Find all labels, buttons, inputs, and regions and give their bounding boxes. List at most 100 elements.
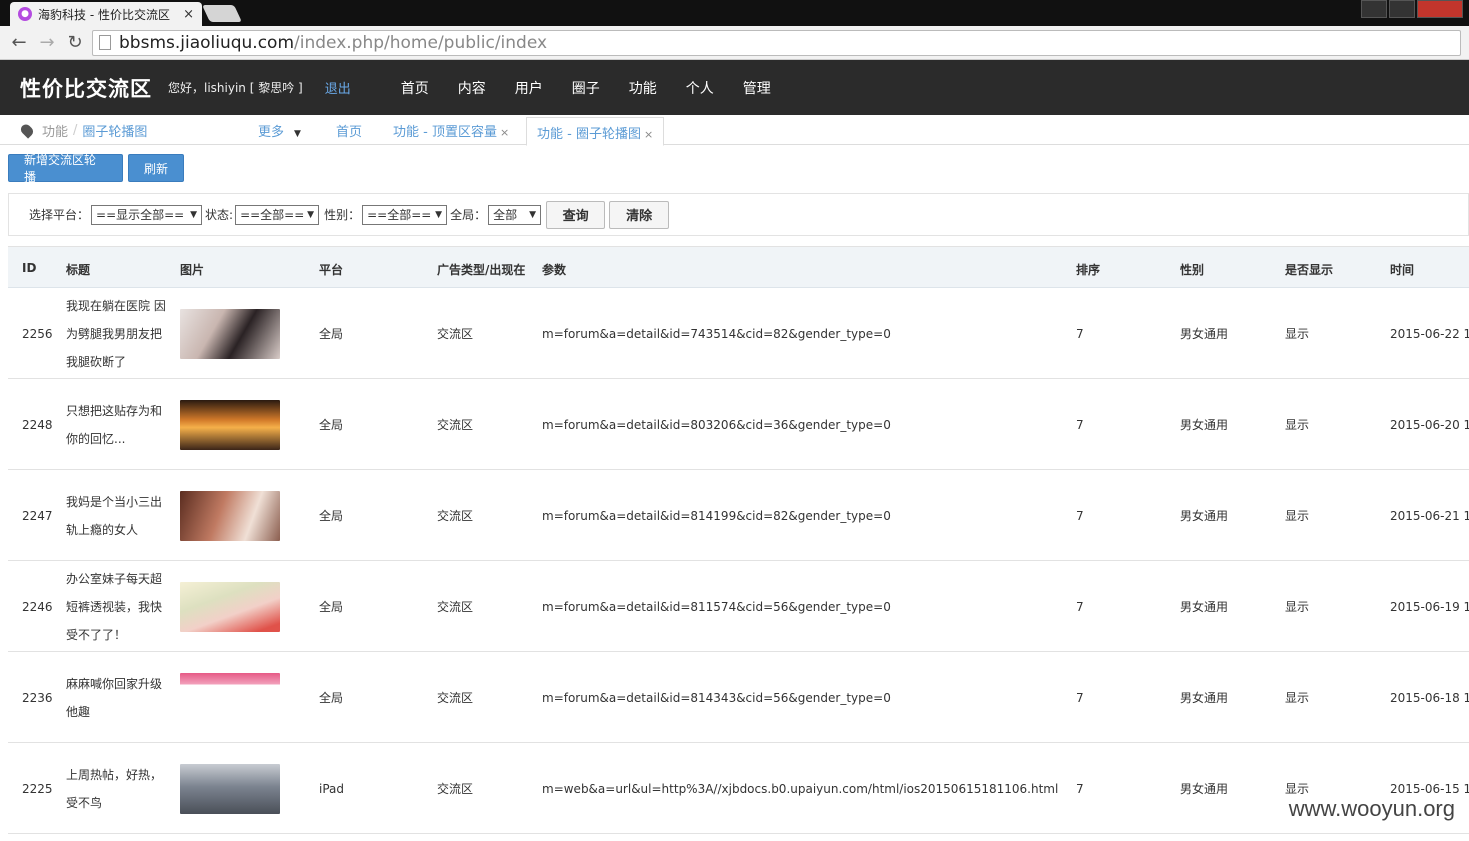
url-path: /index.php/home/public/index <box>294 32 548 53</box>
carousel-thumbnail[interactable] <box>180 399 280 450</box>
back-arrow-icon[interactable]: ← <box>8 32 30 54</box>
site-brand[interactable]: 性价比交流区 <box>20 73 152 103</box>
cell-title: 只想把这贴存为和你的回忆... <box>66 403 163 446</box>
cell-ad-type: 交流区 <box>437 327 474 341</box>
carousel-thumbnail[interactable] <box>180 672 280 723</box>
cell-visible: 显示 <box>1285 600 1310 614</box>
close-tab-icon[interactable]: × <box>644 128 653 141</box>
cell-title: 我妈是个当小三出轨上瘾的女人 <box>66 494 163 537</box>
refresh-button[interactable]: 刷新 <box>128 154 184 182</box>
action-toolbar: 新增交流区轮播 刷新 <box>8 153 184 184</box>
cell-platform: 全局 <box>319 418 344 432</box>
cell-order: 7 <box>1076 781 1084 796</box>
col-header-order: 排序 <box>1076 263 1101 277</box>
cell-image <box>180 379 280 470</box>
cell-order: 7 <box>1076 690 1084 705</box>
col-header-platform: 平台 <box>319 263 344 277</box>
carousel-thumbnail[interactable] <box>180 763 280 814</box>
cell-params: m=forum&a=detail&id=814199&cid=82&gender… <box>542 508 891 523</box>
cell-time: 2015-06-20 18:00:00至2015-06-21 18:00:00 <box>1390 417 1469 432</box>
breadcrumb-separator: / <box>73 123 78 138</box>
global-select[interactable]: 全部 ▼ <box>488 204 542 225</box>
watermark: www.wooyun.org <box>1284 796 1459 822</box>
carousel-thumbnail[interactable] <box>180 490 280 541</box>
nav-item-circles[interactable]: 圈子 <box>572 78 600 98</box>
cell-platform: iPad <box>319 781 345 796</box>
cell-visible: 显示 <box>1285 509 1310 523</box>
minimize-icon[interactable] <box>1361 0 1387 18</box>
tab-home-label: 首页 <box>336 125 363 140</box>
nav-item-home[interactable]: 首页 <box>401 78 429 98</box>
global-select-value: 全部 <box>493 208 518 222</box>
tab-pinned-capacity[interactable]: 功能 - 顶置区容量 × <box>393 121 509 140</box>
add-carousel-button[interactable]: 新增交流区轮播 <box>8 153 123 184</box>
global-label: 全局： <box>450 208 487 222</box>
table-row[interactable]: 2236 麻麻喊你回家升级他趣 全局 交流区 m=forum&a=detail&id=8… <box>8 652 1469 743</box>
platform-select[interactable]: ==显示全部== ▼ <box>91 204 203 225</box>
carousel-thumbnail[interactable] <box>180 581 280 632</box>
nav-item-content[interactable]: 内容 <box>458 78 486 98</box>
cell-title: 我现在躺在医院 因为劈腿我男朋友把我腿砍断了 <box>66 298 166 369</box>
cell-id: 2246 <box>22 599 53 614</box>
table-header: ID 标题 图片 平台 广告类型/出现在 参数 排序 性别 是否显示 时间 <box>8 246 1469 288</box>
breadcrumb: 功能 / 圈子轮播图 <box>18 121 148 140</box>
address-bar[interactable]: bbsms.jiaoliuqu.com /index.php/home/publ… <box>92 29 1461 56</box>
cell-visible: 显示 <box>1285 691 1310 705</box>
new-tab-button[interactable] <box>202 5 242 22</box>
status-select[interactable]: ==全部== ▼ <box>235 204 320 225</box>
table-row[interactable]: 2247 我妈是个当小三出轨上瘾的女人 全局 交流区 m=forum&a=detail&… <box>8 470 1469 561</box>
breadcrumb-current: 圈子轮播图 <box>82 125 148 140</box>
cell-order: 7 <box>1076 417 1084 432</box>
browser-tab-strip: ● 海豹科技 - 性价比交流区 × <box>0 0 1469 26</box>
carousel-table: ID 标题 图片 平台 广告类型/出现在 参数 排序 性别 是否显示 时间 22… <box>8 246 1469 834</box>
clear-button[interactable]: 清除 <box>609 200 670 229</box>
close-tab-icon[interactable]: × <box>500 126 509 139</box>
app-header: 性价比交流区 您好，lishiyin [ 黎思吟 ] 退出 首页 内容 用户 圈… <box>0 60 1469 115</box>
cell-id: 2256 <box>22 326 53 341</box>
browser-toolbar: ← → ↻ bbsms.jiaoliuqu.com /index.php/hom… <box>0 26 1469 60</box>
close-window-icon[interactable] <box>1417 0 1463 18</box>
cell-params: m=forum&a=detail&id=814343&cid=56&gender… <box>542 690 891 705</box>
breadcrumb-parent[interactable]: 功能 <box>42 121 68 140</box>
more-tabs-dropdown[interactable]: 更多 ▼ <box>258 121 301 140</box>
forward-arrow-icon[interactable]: → <box>36 32 58 54</box>
table-row[interactable]: 2256 我现在躺在医院 因为劈腿我男朋友把我腿砍断了 全局 交流区 m=forum&a… <box>8 288 1469 379</box>
browser-tab[interactable]: ● 海豹科技 - 性价比交流区 × <box>10 2 202 26</box>
nav-item-functions[interactable]: 功能 <box>629 78 657 98</box>
reload-icon[interactable]: ↻ <box>64 32 86 54</box>
page-icon <box>99 35 111 50</box>
more-tabs-label: 更多 <box>258 125 285 140</box>
cell-time: 2015-06-21 18:00:00至2015-06-22 18:00:00 <box>1390 508 1469 523</box>
cell-order: 7 <box>1076 326 1084 341</box>
tab-circle-carousel[interactable]: 功能 - 圈子轮播图 × <box>526 117 665 146</box>
platform-label: 选择平台： <box>29 208 90 222</box>
query-button[interactable]: 查询 <box>546 200 606 229</box>
cell-title: 麻麻喊你回家升级他趣 <box>66 676 163 719</box>
nav-item-admin[interactable]: 管理 <box>743 78 771 98</box>
tab-home[interactable]: 首页 <box>336 121 362 140</box>
close-tab-icon[interactable]: × <box>183 7 194 22</box>
cell-gender: 男女通用 <box>1180 327 1229 341</box>
table-row[interactable]: 2248 只想把这贴存为和你的回忆... 全局 交流区 m=forum&a=detail… <box>8 379 1469 470</box>
filter-panel: 选择平台： ==显示全部== ▼ 状态: ==全部== ▼ 性别： ==全部== ▼ … <box>8 193 1469 236</box>
cell-params: m=web&a=url&ul=http%3A//xjbdocs.b0.upaiy… <box>542 781 1059 796</box>
dropdown-arrow-icon: ▼ <box>529 209 537 220</box>
nav-item-personal[interactable]: 个人 <box>686 78 714 98</box>
cell-id: 2236 <box>22 690 53 705</box>
gender-select[interactable]: ==全部== ▼ <box>362 204 448 225</box>
nav-item-users[interactable]: 用户 <box>515 78 543 98</box>
cell-image <box>180 288 280 379</box>
logout-link[interactable]: 退出 <box>325 78 351 97</box>
table-row[interactable]: 2225 上周热帖，好热，受不鸟 iPad 交流区 m=web&a=url&ul=htt… <box>8 743 1469 834</box>
cell-image <box>180 470 280 561</box>
col-header-time: 时间 <box>1390 263 1415 277</box>
carousel-thumbnail[interactable] <box>180 308 280 359</box>
table-row[interactable]: 2246 办公室妹子每天超短裤透视装，我快受不了了！ 全局 交流区 m=forum&a=… <box>8 561 1469 652</box>
cell-image <box>180 652 280 743</box>
site-favicon-icon: ● <box>18 7 32 21</box>
maximize-icon[interactable] <box>1389 0 1415 18</box>
cell-platform: 全局 <box>319 327 344 341</box>
col-header-ad-type: 广告类型/出现在 <box>437 263 526 277</box>
cell-ad-type: 交流区 <box>437 509 474 523</box>
col-header-gender: 性别 <box>1180 263 1205 277</box>
